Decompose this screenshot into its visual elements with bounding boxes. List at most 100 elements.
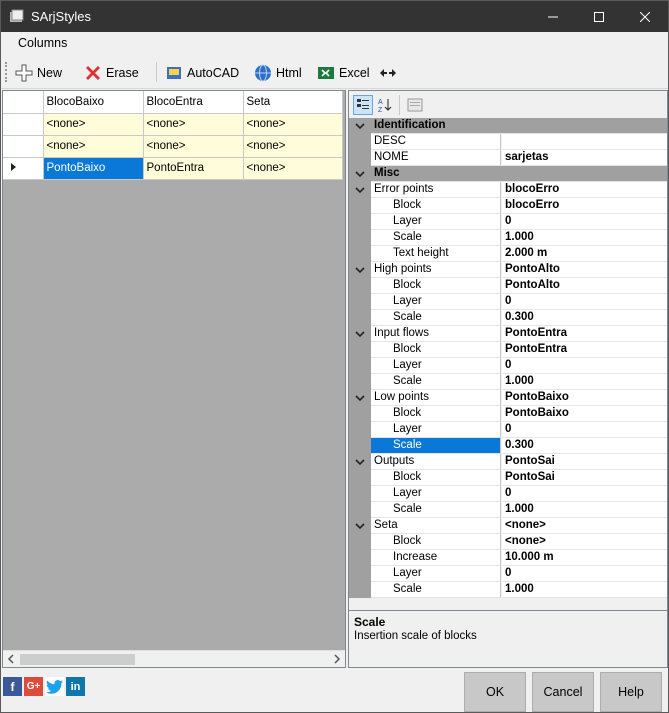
property-value[interactable]: 10.000 m [502, 550, 667, 566]
scroll-thumb[interactable] [20, 654, 135, 665]
property-value[interactable]: PontoAlto [502, 278, 667, 294]
new-button[interactable]: New [15, 62, 62, 84]
toolbar-grip[interactable] [5, 62, 7, 82]
property-row[interactable]: Layer 0 [349, 566, 667, 582]
property-row[interactable]: Block blocoErro [349, 198, 667, 214]
property-row[interactable]: Layer 0 [349, 214, 667, 230]
table-cell[interactable]: <none> [43, 135, 144, 158]
property-row[interactable]: Block PontoBaixo [349, 406, 667, 422]
property-value[interactable]: 1.000 [502, 374, 667, 390]
property-row[interactable]: Block PontoSai [349, 470, 667, 486]
table-cell[interactable]: <none> [143, 113, 244, 136]
property-row[interactable]: Layer 0 [349, 422, 667, 438]
categorized-button[interactable] [353, 95, 373, 115]
html-button[interactable]: Html [254, 62, 302, 84]
property-value[interactable]: 0 [502, 422, 667, 438]
property-group-error-points[interactable]: Error points blocoErro [349, 182, 667, 198]
linkedin-icon[interactable]: in [66, 677, 85, 696]
property-value[interactable] [502, 134, 667, 150]
property-value[interactable]: 1.000 [502, 582, 667, 598]
category-identification[interactable]: Identification [349, 118, 667, 134]
property-value[interactable]: 0 [502, 566, 667, 582]
table-cell[interactable]: <none> [243, 113, 343, 136]
swap-columns-button[interactable] [379, 62, 401, 84]
property-value[interactable]: 0 [502, 486, 667, 502]
ok-button[interactable]: OK [464, 672, 526, 712]
property-row[interactable]: Scale 1.000 [349, 374, 667, 390]
row-header[interactable] [3, 113, 44, 136]
column-header[interactable]: BlocoEntra [143, 91, 244, 114]
column-header[interactable]: Seta [243, 91, 343, 114]
property-value[interactable]: sarjetas [502, 150, 667, 166]
property-value[interactable]: PontoSai [502, 470, 667, 486]
horizontal-scrollbar[interactable] [3, 650, 345, 667]
table-cell[interactable]: <none> [143, 135, 244, 158]
property-value[interactable]: 0 [502, 214, 667, 230]
property-row[interactable]: Increase 10.000 m [349, 550, 667, 566]
property-row[interactable]: Block <none> [349, 534, 667, 550]
table-row[interactable]: <none> <none> <none> [3, 135, 343, 158]
collapse-arrow-icon[interactable] [355, 329, 365, 339]
column-header[interactable]: BlocoBaixo [43, 91, 144, 114]
table-cell[interactable]: PontoEntra [143, 157, 244, 180]
row-header[interactable] [3, 157, 44, 180]
scroll-right-icon[interactable] [332, 654, 342, 664]
scroll-left-icon[interactable] [6, 654, 16, 664]
table-cell[interactable]: <none> [243, 135, 343, 158]
erase-button[interactable]: Erase [84, 62, 139, 84]
property-row[interactable]: Block PontoEntra [349, 342, 667, 358]
property-value[interactable]: 0.300 [502, 438, 667, 454]
property-row-selected[interactable]: Scale 0.300 [349, 438, 667, 454]
property-value[interactable]: 0.300 [502, 310, 667, 326]
twitter-icon[interactable] [45, 677, 64, 696]
property-list[interactable]: Identification DESC NOME sarjetas Misc Er… [349, 118, 667, 598]
property-row[interactable]: Layer 0 [349, 486, 667, 502]
property-value[interactable]: 0 [502, 294, 667, 310]
styles-grid[interactable]: BlocoBaixo BlocoEntra Seta <none> <none>… [2, 90, 346, 668]
property-value[interactable]: blocoErro [502, 198, 667, 214]
property-group-low-points[interactable]: Low points PontoBaixo [349, 390, 667, 406]
collapse-arrow-icon[interactable] [355, 393, 365, 403]
property-row[interactable]: NOME sarjetas [349, 150, 667, 166]
property-value[interactable]: blocoErro [502, 182, 667, 198]
close-button[interactable] [622, 1, 668, 32]
property-group-input-flows[interactable]: Input flows PontoEntra [349, 326, 667, 342]
property-row[interactable]: Scale 1.000 [349, 230, 667, 246]
corner-cell[interactable] [3, 91, 44, 114]
facebook-icon[interactable]: f [3, 677, 22, 696]
property-row[interactable]: Scale 0.300 [349, 310, 667, 326]
collapse-arrow-icon[interactable] [355, 121, 365, 131]
collapse-arrow-icon[interactable] [355, 185, 365, 195]
property-value[interactable]: PontoBaixo [502, 390, 667, 406]
collapse-arrow-icon[interactable] [355, 169, 365, 179]
property-value[interactable]: PontoEntra [502, 342, 667, 358]
table-cell-selected[interactable]: PontoBaixo [43, 157, 144, 180]
minimize-button[interactable] [530, 1, 576, 32]
google-plus-icon[interactable]: G+ [24, 677, 43, 696]
maximize-button[interactable] [576, 1, 622, 32]
property-value[interactable]: 2.000 m [502, 246, 667, 262]
property-value[interactable]: <none> [502, 518, 667, 534]
property-row[interactable]: Layer 0 [349, 294, 667, 310]
table-cell[interactable]: <none> [43, 113, 144, 136]
collapse-arrow-icon[interactable] [355, 457, 365, 467]
category-misc[interactable]: Misc [349, 166, 667, 182]
help-button[interactable]: Help [600, 672, 662, 712]
cancel-button[interactable]: Cancel [532, 672, 594, 712]
property-value[interactable]: PontoAlto [502, 262, 667, 278]
property-value[interactable]: 1.000 [502, 230, 667, 246]
menu-columns[interactable]: Columns [18, 36, 67, 50]
property-row[interactable]: Layer 0 [349, 358, 667, 374]
autocad-button[interactable]: AutoCAD [165, 62, 239, 84]
property-group-seta[interactable]: Seta <none> [349, 518, 667, 534]
property-row[interactable]: DESC [349, 134, 667, 150]
property-row[interactable]: Block PontoAlto [349, 278, 667, 294]
property-value[interactable]: PontoEntra [502, 326, 667, 342]
alphabetical-button[interactable]: AZ [375, 95, 395, 115]
collapse-arrow-icon[interactable] [355, 265, 365, 275]
collapse-arrow-icon[interactable] [355, 521, 365, 531]
property-value[interactable]: 1.000 [502, 502, 667, 518]
row-header[interactable] [3, 135, 44, 158]
property-pages-button[interactable] [405, 95, 425, 115]
table-cell[interactable]: <none> [243, 157, 343, 180]
